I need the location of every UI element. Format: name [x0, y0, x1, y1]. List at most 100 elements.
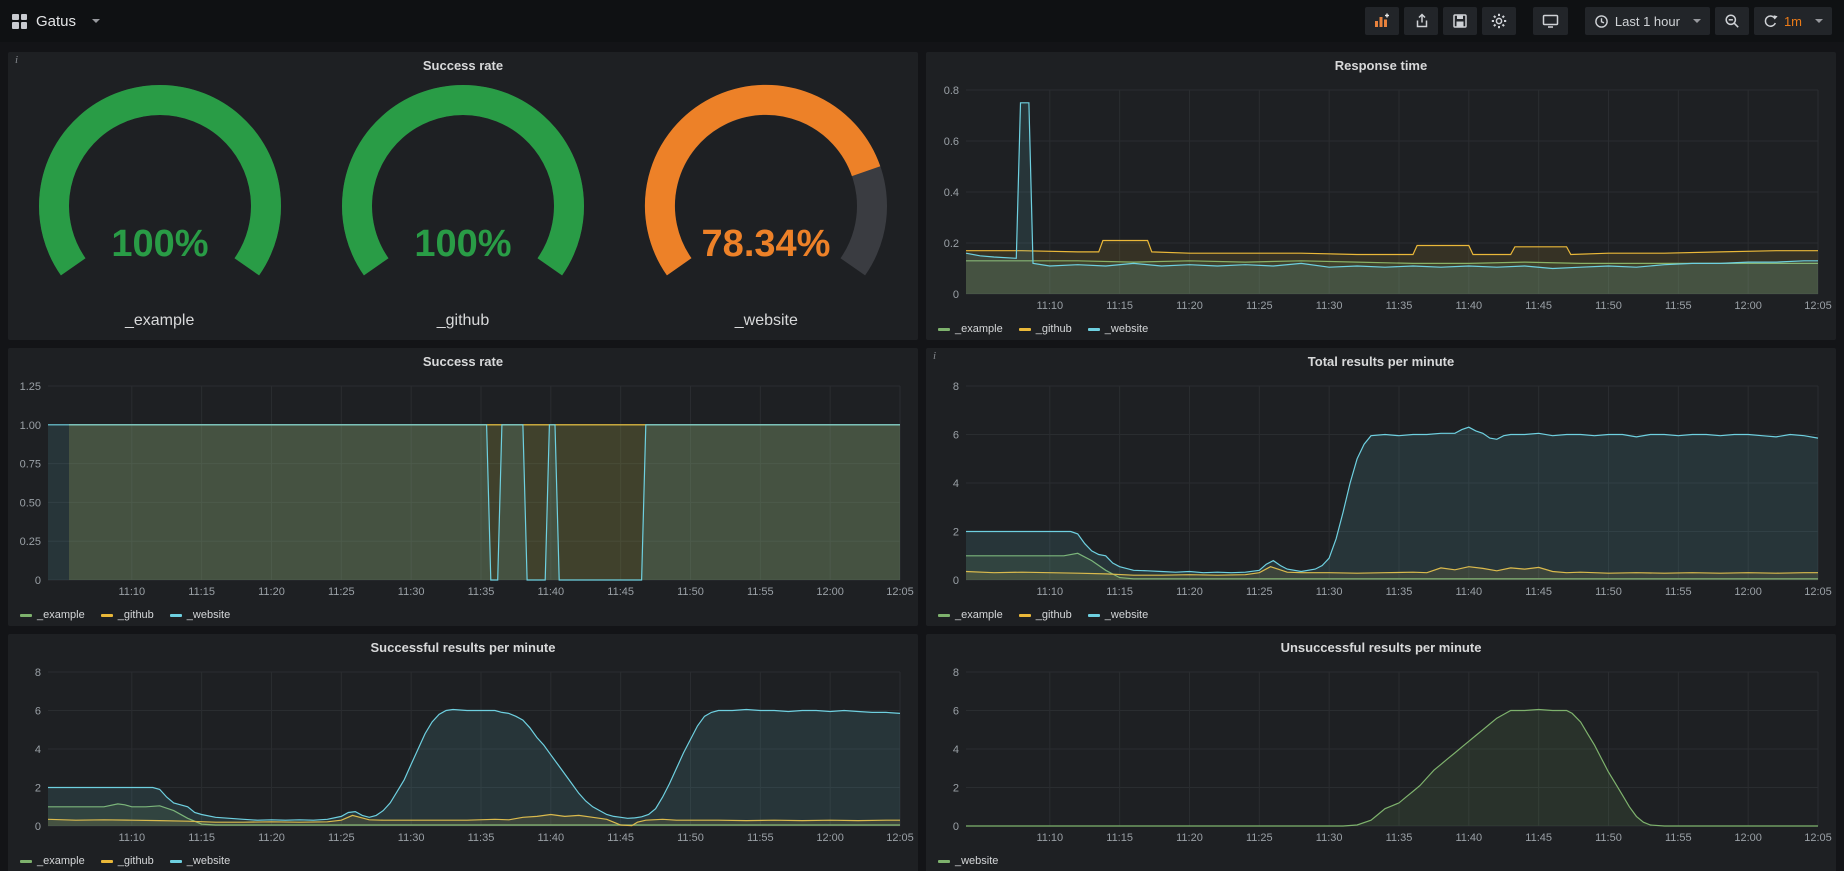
time-range-label: Last 1 hour [1615, 14, 1680, 29]
svg-text:0.75: 0.75 [20, 459, 41, 471]
dashboard-title[interactable]: Gatus [36, 13, 76, 30]
settings-button[interactable] [1482, 7, 1516, 35]
svg-text:0.50: 0.50 [20, 497, 41, 509]
panel-header[interactable]: Unsuccessful results per minute [926, 634, 1836, 660]
chart-unsuccessful-results[interactable]: 0246811:1011:1511:2011:2511:3011:3511:40… [928, 660, 1834, 846]
zoom-out-button[interactable] [1715, 7, 1749, 35]
chart-legend: _example _github _website [8, 605, 918, 623]
save-icon [1452, 13, 1468, 29]
svg-text:11:30: 11:30 [398, 832, 425, 844]
svg-text:12:00: 12:00 [1734, 832, 1762, 844]
legend-item-_website[interactable]: _website [170, 609, 230, 621]
legend-item-_website[interactable]: _website [1088, 609, 1148, 621]
navbar-actions: Last 1 hour 1m [1360, 7, 1832, 35]
legend-swatch [1019, 614, 1031, 617]
chart-area: 0246811:1011:1511:2011:2511:3011:3511:40… [926, 660, 1836, 851]
panel-title: Success rate [423, 58, 503, 73]
svg-text:11:25: 11:25 [1246, 832, 1273, 844]
svg-text:11:35: 11:35 [1386, 832, 1413, 844]
svg-text:11:30: 11:30 [1316, 586, 1343, 598]
legend-label: _website [187, 609, 230, 621]
svg-text:0.4: 0.4 [944, 187, 959, 199]
refresh-icon [1763, 14, 1778, 29]
panel-header[interactable]: Success rate [8, 348, 918, 374]
svg-text:12:00: 12:00 [816, 832, 844, 844]
svg-text:11:45: 11:45 [1525, 300, 1552, 312]
svg-text:0: 0 [953, 821, 959, 833]
svg-text:11:55: 11:55 [1665, 300, 1692, 312]
share-button[interactable] [1404, 7, 1438, 35]
grafana-app: Gatus [0, 0, 1844, 871]
time-picker-button[interactable]: Last 1 hour [1585, 7, 1710, 35]
svg-text:11:55: 11:55 [1665, 586, 1692, 598]
clock-icon [1594, 14, 1609, 29]
y-axis-labels: 02468 [953, 667, 959, 833]
dashboard-picker[interactable]: Gatus [12, 13, 100, 30]
svg-text:12:05: 12:05 [1804, 832, 1832, 844]
chart-response-time[interactable]: 00.20.40.60.811:1011:1511:2011:2511:3011… [928, 78, 1834, 314]
legend-label: _example [37, 855, 85, 867]
svg-text:11:20: 11:20 [1176, 300, 1203, 312]
svg-text:2: 2 [953, 527, 959, 539]
gauge-cell-_example: 100%_example [10, 80, 310, 330]
panel-total-results: Total results per minutei 0246811:1011:15… [926, 348, 1836, 626]
svg-text:2: 2 [953, 783, 959, 795]
svg-text:11:35: 11:35 [1386, 300, 1413, 312]
add-panel-button[interactable] [1365, 7, 1399, 35]
cycle-view-button[interactable] [1533, 7, 1568, 35]
svg-text:11:40: 11:40 [1455, 586, 1482, 598]
legend-item-_example[interactable]: _example [20, 855, 85, 867]
legend-item-_website[interactable]: _website [938, 855, 998, 867]
series-_website [48, 710, 900, 827]
gear-icon [1491, 13, 1507, 29]
panel-header[interactable]: Response time [926, 52, 1836, 78]
save-button[interactable] [1443, 7, 1477, 35]
navbar: Gatus [0, 0, 1844, 42]
refresh-button[interactable]: 1m [1754, 7, 1832, 35]
panel-info-icon[interactable]: i [933, 350, 936, 362]
legend-item-_example[interactable]: _example [938, 609, 1003, 621]
svg-text:11:20: 11:20 [1176, 832, 1203, 844]
panel-info-icon[interactable]: i [15, 54, 18, 66]
svg-text:11:50: 11:50 [677, 586, 704, 598]
svg-text:11:55: 11:55 [747, 832, 774, 844]
panel-header[interactable]: Success rate [8, 52, 918, 78]
y-axis-labels: 02468 [953, 381, 959, 587]
legend-item-_example[interactable]: _example [938, 323, 1003, 335]
panel-title: Response time [1335, 58, 1427, 73]
panel-success-rate-series: Success rate00.250.500.751.001.2511:1011… [8, 348, 918, 626]
legend-item-_github[interactable]: _github [1019, 609, 1072, 621]
y-axis-labels: 02468 [35, 667, 41, 833]
legend-item-_github[interactable]: _github [101, 855, 154, 867]
svg-text:11:20: 11:20 [258, 832, 285, 844]
legend-item-_example[interactable]: _example [20, 609, 85, 621]
chart-total-results[interactable]: 0246811:1011:1511:2011:2511:3011:3511:40… [928, 374, 1834, 600]
chart-legend: _website [926, 851, 1836, 869]
legend-item-_github[interactable]: _github [101, 609, 154, 621]
svg-text:0: 0 [35, 575, 41, 587]
series-_website [48, 425, 900, 580]
chart-area: 00.20.40.60.811:1011:1511:2011:2511:3011… [926, 78, 1836, 319]
legend-item-_website[interactable]: _website [1088, 323, 1148, 335]
svg-text:1.25: 1.25 [20, 381, 41, 393]
legend-item-_github[interactable]: _github [1019, 323, 1072, 335]
legend-item-_website[interactable]: _website [170, 855, 230, 867]
svg-text:8: 8 [953, 381, 959, 393]
chart-success-rate-series[interactable]: 00.250.500.751.001.2511:1011:1511:2011:2… [10, 374, 916, 600]
caret-down-icon [1693, 19, 1701, 23]
apps-grid-icon[interactable] [12, 14, 27, 29]
series-_website [966, 710, 1818, 827]
svg-text:11:10: 11:10 [1036, 300, 1063, 312]
legend-label: _website [1105, 323, 1148, 335]
svg-text:11:35: 11:35 [468, 832, 495, 844]
panel-successful-results: Successful results per minute0246811:101… [8, 634, 918, 871]
legend-label: _website [1105, 609, 1148, 621]
svg-text:11:45: 11:45 [1525, 586, 1552, 598]
chart-area: 0246811:1011:1511:2011:2511:3011:3511:40… [8, 660, 918, 851]
panel-header[interactable]: Successful results per minute [8, 634, 918, 660]
panel-header[interactable]: Total results per minute [926, 348, 1836, 374]
legend-label: _website [187, 855, 230, 867]
chart-area: 00.250.500.751.001.2511:1011:1511:2011:2… [8, 374, 918, 605]
grid-lines [966, 672, 1818, 826]
chart-successful-results[interactable]: 0246811:1011:1511:2011:2511:3011:3511:40… [10, 660, 916, 846]
